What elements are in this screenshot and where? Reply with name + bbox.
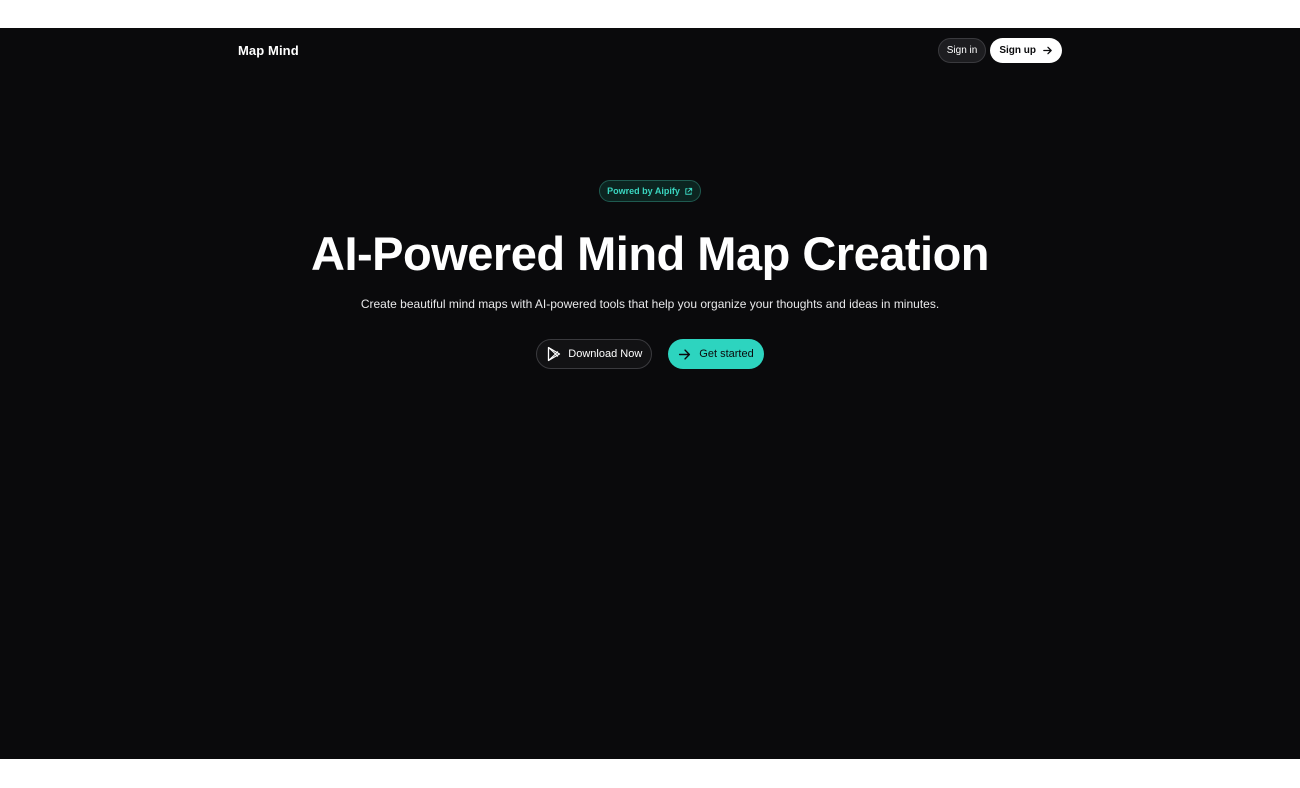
sign-in-button[interactable]: Sign in bbox=[937, 37, 987, 63]
sign-up-label: Sign up bbox=[999, 44, 1036, 56]
top-nav: Map Mind Sign in Sign up bbox=[238, 37, 1062, 63]
app-viewport: Map Mind Sign in Sign up Powred by Aipif… bbox=[0, 28, 1300, 759]
arrow-right-icon bbox=[1042, 45, 1053, 56]
arrow-right-icon bbox=[678, 348, 691, 361]
get-started-label: Get started bbox=[699, 348, 754, 360]
nav-actions: Sign in Sign up bbox=[937, 37, 1062, 63]
badge-label: Powred by Aipify bbox=[607, 186, 680, 196]
download-now-label: Download Now bbox=[568, 348, 643, 360]
external-link-icon bbox=[684, 187, 693, 196]
hero-subheading: Create beautiful mind maps with AI-power… bbox=[360, 297, 940, 311]
sign-in-label: Sign in bbox=[946, 44, 978, 56]
powered-by-badge[interactable]: Powred by Aipify bbox=[599, 180, 701, 202]
google-play-icon bbox=[546, 346, 562, 362]
download-now-button[interactable]: Download Now bbox=[536, 339, 653, 369]
get-started-button[interactable]: Get started bbox=[668, 339, 764, 369]
hero-section: Powred by Aipify AI-Powered Mind Map Cre… bbox=[0, 180, 1300, 369]
brand-logo[interactable]: Map Mind bbox=[238, 43, 299, 58]
cta-row: Download Now Get started bbox=[536, 339, 764, 369]
sign-up-button[interactable]: Sign up bbox=[990, 37, 1062, 63]
hero-headline: AI-Powered Mind Map Creation bbox=[311, 227, 990, 280]
